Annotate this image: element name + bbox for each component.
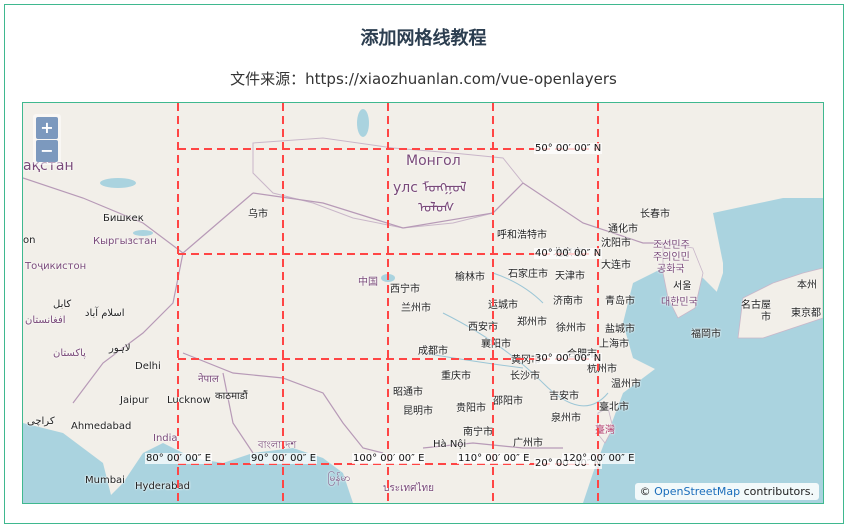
- lat-label-30: 30° 00′ 00″ N: [534, 353, 603, 364]
- label-yulin: 榆林市: [455, 272, 485, 283]
- label-tianjin: 天津市: [555, 271, 585, 282]
- label-chongqing: 重庆市: [441, 371, 471, 382]
- zoom-in-button[interactable]: +: [36, 117, 58, 139]
- label-jinan: 济南市: [553, 296, 583, 307]
- label-nepal: नेपाल: [198, 374, 219, 385]
- label-delhi: Delhi: [135, 361, 161, 372]
- label-xuzhou: 徐州市: [556, 323, 586, 334]
- label-changchun: 长春市: [640, 209, 670, 220]
- map-viewport[interactable]: ақстан Монгол улс ᠮᠤᠩᠭᠤᠯ ᠤᠯᠤᠰ Бишкек Кыр…: [22, 102, 824, 504]
- label-lanzhou: 兰州市: [401, 303, 431, 314]
- label-shanghai: 上海市: [599, 339, 629, 350]
- attribution-prefix: ©: [639, 485, 651, 498]
- label-hyderabad: Hyderabad: [135, 481, 190, 492]
- label-tonghua: 通化市: [608, 224, 638, 235]
- label-zhaotong: 昭通市: [393, 387, 423, 398]
- lat-label-40: 40° 00′ 00″ N: [534, 248, 603, 259]
- label-hohhot: 呼和浩特市: [497, 230, 547, 241]
- label-urumqi: 乌市: [248, 209, 268, 220]
- label-tokyo: 東京都: [791, 308, 821, 319]
- label-chengdu: 成都市: [418, 346, 448, 357]
- zoom-control: + −: [33, 114, 61, 165]
- lon-label-90: 90° 00′ 00″ E: [250, 453, 318, 464]
- label-islamabad: اسلام آباد: [85, 308, 125, 319]
- label-korea: 대한민국: [661, 297, 698, 308]
- label-lucknow: Lucknow: [167, 395, 211, 406]
- lon-label-100: 100° 00′ 00″ E: [352, 453, 426, 464]
- lake-balkhash: [100, 178, 136, 188]
- label-india: India: [153, 433, 178, 444]
- label-kunming: 昆明市: [403, 406, 433, 417]
- label-jian: 吉安市: [549, 391, 579, 402]
- label-thailand: ประเทศไทย: [383, 483, 434, 494]
- label-china: 中国: [358, 277, 378, 288]
- label-seoul: 서울: [673, 281, 692, 292]
- label-kabul: کابل: [53, 299, 72, 310]
- label-hanoi: Hà Nội: [433, 439, 467, 450]
- label-tajikistan: Тоҷикистон: [25, 261, 87, 272]
- lon-label-110: 110° 00′ 00″ E: [457, 453, 531, 464]
- label-quanzhou: 泉州市: [551, 413, 581, 424]
- label-dalian: 大连市: [601, 260, 631, 271]
- label-shijiazhuang: 石家庄市: [508, 269, 548, 280]
- attribution: © OpenStreetMap contributors.: [634, 483, 819, 500]
- label-zhengzhou: 郑州市: [517, 317, 547, 328]
- label-kyrgyzstan: Кыргызстан: [93, 236, 157, 247]
- label-taiwan: 臺灣: [595, 425, 615, 436]
- label-shaoyang: 邵阳市: [493, 396, 523, 407]
- label-afghanistan: افغانستان: [25, 315, 66, 326]
- lon-label-120: 120° 00′ 00″ E: [562, 453, 636, 464]
- zoom-out-button[interactable]: −: [36, 140, 58, 162]
- label-jaipur: Jaipur: [120, 395, 149, 406]
- label-myanmar: မြန်မာ: [328, 473, 351, 484]
- label-nagoya-2: 市: [761, 312, 771, 323]
- label-on: on: [23, 235, 36, 246]
- attribution-suffix: contributors.: [743, 485, 814, 498]
- label-shenyang: 沈阳市: [601, 238, 631, 249]
- label-wenzhou: 温州市: [611, 379, 641, 390]
- label-xining: 西宁市: [390, 284, 420, 295]
- label-dprk-3: 공화국: [657, 264, 685, 275]
- label-mumbai: Mumbai: [85, 475, 125, 486]
- page-title: 添加网格线教程: [360, 28, 487, 49]
- label-xiangyang: 襄阳市: [481, 339, 511, 350]
- lon-label-80: 80° 00′ 00″ E: [145, 453, 213, 464]
- label-bishkek: Бишкек: [103, 213, 144, 224]
- label-ahmedabad: Ahmedabad: [71, 421, 132, 432]
- label-fukuoka: 福岡市: [691, 329, 721, 340]
- label-changsha: 长沙市: [510, 371, 540, 382]
- label-nanning: 南宁市: [463, 427, 493, 438]
- label-yuncheng: 运城市: [488, 300, 518, 311]
- label-kathmandu: काठमाडौं: [215, 391, 248, 402]
- label-pakistan: پاکستان: [53, 348, 86, 359]
- label-karachi: کراچی: [27, 416, 55, 427]
- lake-baikal: [357, 109, 369, 137]
- label-mongolia-1: Монгол: [406, 153, 461, 169]
- label-guiyang: 贵阳市: [456, 403, 486, 414]
- attribution-link[interactable]: OpenStreetMap: [654, 485, 740, 498]
- label-qingdao: 青岛市: [605, 296, 635, 307]
- label-lahore: لاہور: [109, 343, 131, 354]
- label-mongolia-3: ᠤᠯᠤᠰ: [418, 200, 455, 216]
- lat-label-50: 50° 00′ 00″ N: [534, 143, 603, 154]
- label-xian: 西安市: [468, 322, 498, 333]
- page-subtitle: 文件来源：https://xiaozhuanlan.com/vue-openla…: [230, 70, 617, 88]
- label-japan: 本州: [797, 280, 817, 291]
- label-guangzhou: 广州市: [513, 438, 543, 449]
- label-yancheng: 盐城市: [605, 324, 635, 335]
- label-taipei: 臺北市: [599, 402, 629, 413]
